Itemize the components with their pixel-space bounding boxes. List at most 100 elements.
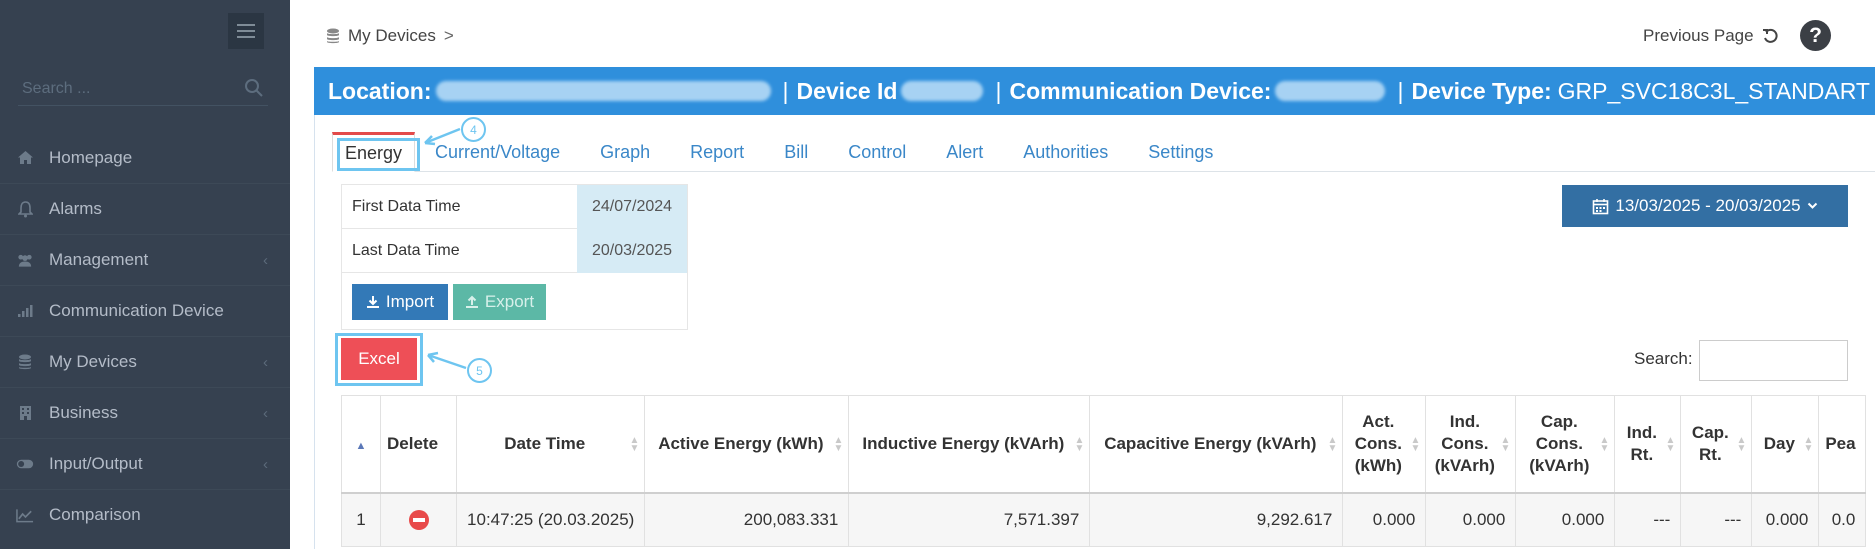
tab-report[interactable]: Report xyxy=(670,132,764,172)
column-header-label: Delete xyxy=(387,433,439,453)
first-data-time-value: 24/07/2024 xyxy=(577,185,687,229)
location-label: Location: xyxy=(328,77,432,104)
tab-settings[interactable]: Settings xyxy=(1128,132,1233,172)
breadcrumb-my-devices-link[interactable]: My Devices xyxy=(348,26,436,46)
redacted-location xyxy=(435,81,771,101)
sort-icon: ▲ ▼ xyxy=(1736,435,1747,454)
sidebar-item-label: Comparison xyxy=(49,505,141,524)
download-icon xyxy=(366,296,379,308)
chevron-left-icon: ‹ xyxy=(263,354,268,371)
cell-capacitive-energy: 9,292.617 xyxy=(1089,492,1344,547)
sort-icon: ▲ ▼ xyxy=(833,435,844,454)
sort-icon: ▲ ▼ xyxy=(1665,435,1676,454)
help-button[interactable]: ? xyxy=(1800,20,1831,51)
upload-icon xyxy=(465,295,478,308)
sidebar-item-label: Homepage xyxy=(49,147,133,167)
column-header-capacitive-energy[interactable]: Capacitive Energy (kVArh) ▲ ▼ xyxy=(1089,395,1344,494)
annotation-highlight xyxy=(337,138,420,171)
tab-control[interactable]: Control xyxy=(828,132,926,172)
chart-line-icon xyxy=(16,506,34,524)
column-header-act-cons[interactable]: Act. Cons. (kWh) ▲ ▼ xyxy=(1342,395,1427,494)
home-icon xyxy=(16,149,34,167)
column-header-cap-cons[interactable]: Cap. Cons. (kVArh) ▲ ▼ xyxy=(1515,395,1616,494)
delete-icon[interactable] xyxy=(408,510,429,530)
tab-current-voltage[interactable]: Current/Voltage xyxy=(415,132,580,172)
sidebar-item-homepage[interactable]: Homepage xyxy=(0,132,290,183)
import-button[interactable]: Import xyxy=(352,284,448,320)
cell-act-cons: 0.000 xyxy=(1342,492,1427,547)
tab-alert[interactable]: Alert xyxy=(926,132,1003,172)
users-icon xyxy=(16,251,34,269)
tab-energy[interactable]: Energy xyxy=(332,132,420,172)
sidebar-item-business[interactable]: Business ‹ xyxy=(0,387,290,438)
device-id-label: Device Id xyxy=(796,77,898,104)
sidebar-item-comparison[interactable]: Comparison xyxy=(0,489,290,540)
redacted-device-id xyxy=(901,81,984,101)
first-data-time-row: First Data Time 24/07/2024 xyxy=(342,185,687,229)
header-separator: | xyxy=(995,77,1002,104)
date-range-value: 13/03/2025 - 20/03/2025 xyxy=(1615,196,1801,215)
excel-button[interactable]: Excel xyxy=(341,338,417,380)
bell-icon xyxy=(16,200,34,218)
export-button[interactable]: Export xyxy=(453,284,546,320)
sidebar-item-communication-device[interactable]: Communication Device xyxy=(0,285,290,336)
sidebar-item-label: Business xyxy=(49,403,118,422)
sort-icon: ▲ ▼ xyxy=(629,435,640,454)
export-label: Export xyxy=(484,292,535,311)
cell-inductive-energy: 7,571.397 xyxy=(848,492,1091,547)
calendar-icon xyxy=(1593,198,1609,214)
sidebar-item-my-devices[interactable]: My Devices ‹ xyxy=(0,336,290,387)
column-header-label: Cap. Rt. xyxy=(1691,422,1729,464)
cell-cap-rt: --- xyxy=(1680,492,1753,547)
search-icon[interactable] xyxy=(244,78,264,98)
column-header-day[interactable]: Day ▲ ▼ xyxy=(1751,395,1820,494)
tab-bill[interactable]: Bill xyxy=(764,132,828,172)
last-data-time-row: Last Data Time 20/03/2025 xyxy=(342,229,687,273)
toggle-icon xyxy=(16,455,34,473)
sort-icon: ▲ ▼ xyxy=(1500,435,1511,454)
column-header-ind-rt[interactable]: Ind. Rt. ▲ ▼ xyxy=(1614,395,1682,494)
device-type-label: Device Type: xyxy=(1411,77,1552,104)
chevron-left-icon: ‹ xyxy=(263,252,268,269)
tab-authorities[interactable]: Authorities xyxy=(1003,132,1128,172)
previous-page-button[interactable]: Previous Page xyxy=(1643,26,1778,46)
previous-page-label: Previous Page xyxy=(1643,26,1754,45)
sort-icon: ▲ ▼ xyxy=(1410,435,1421,454)
column-header-label: Ind. Rt. xyxy=(1626,422,1657,464)
date-range-picker[interactable]: 13/03/2025 - 20/03/2025 xyxy=(1562,185,1848,227)
sidebar-menu: Homepage Alarms Management ‹ Communicati… xyxy=(0,132,290,540)
column-header-date-time[interactable]: Date Time ▲ ▼ xyxy=(456,395,646,494)
sidebar-search-input[interactable]: Search ... xyxy=(18,72,268,106)
column-header-label: Capacitive Energy (kVArh) xyxy=(1104,433,1317,453)
cell-active-energy: 200,083.331 xyxy=(644,492,850,547)
import-label: Import xyxy=(385,292,435,311)
table-search-input[interactable] xyxy=(1699,340,1848,381)
column-header-peak[interactable]: Pea xyxy=(1818,395,1867,494)
sidebar-item-input-output[interactable]: Input/Output ‹ xyxy=(0,438,290,489)
column-header-active-energy[interactable]: Active Energy (kWh) ▲ ▼ xyxy=(644,395,850,494)
sidebar-item-management[interactable]: Management ‹ xyxy=(0,234,290,285)
sidebar-item-label: Input/Output xyxy=(49,454,143,473)
column-header-ind-cons[interactable]: Ind. Cons. (kVArh) ▲ ▼ xyxy=(1425,395,1517,494)
table-header-row: ▲ Delete Date Time ▲ ▼ Active Energy (kWh)… xyxy=(341,395,1867,494)
cell-date-time: 10:47:25 (20.03.2025) xyxy=(456,492,646,547)
sort-asc-icon: ▲ xyxy=(355,439,367,452)
cell-day: 0.000 xyxy=(1751,492,1820,547)
sidebar-item-alarms[interactable]: Alarms xyxy=(0,183,290,234)
menu-toggle-button[interactable] xyxy=(228,13,264,49)
column-header-label: Date Time xyxy=(504,433,586,453)
undo-icon xyxy=(1762,28,1778,43)
column-header-index[interactable]: ▲ xyxy=(341,395,381,494)
column-header-cap-rt[interactable]: Cap. Rt. ▲ ▼ xyxy=(1680,395,1753,494)
tab-graph[interactable]: Graph xyxy=(580,132,670,172)
cell-cap-cons: 0.000 xyxy=(1515,492,1616,547)
cell-peak: 0.0 xyxy=(1818,492,1867,547)
column-header-label: Day xyxy=(1763,433,1795,453)
cell-ind-rt: --- xyxy=(1614,492,1682,547)
communication-device-label: Communication Device: xyxy=(1009,77,1272,104)
header-separator: | xyxy=(1397,77,1404,104)
column-header-inductive-energy[interactable]: Inductive Energy (kVArh) ▲ ▼ xyxy=(848,395,1091,494)
column-header-label: Ind. Cons. (kVArh) xyxy=(1434,411,1495,475)
annotation-callout-4: 4 xyxy=(461,117,486,142)
chevron-left-icon: ‹ xyxy=(263,456,268,473)
